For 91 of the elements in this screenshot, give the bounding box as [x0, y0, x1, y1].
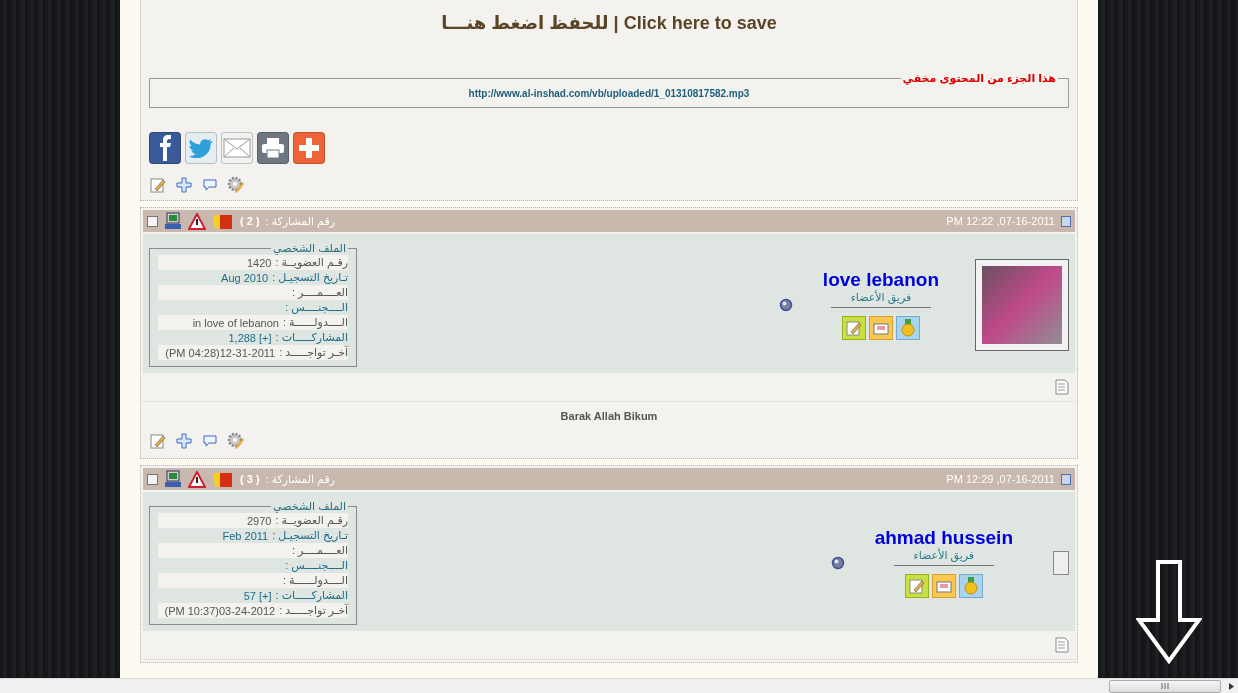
envelope-icon [872, 321, 889, 335]
profile-value: 1,288 [+] [228, 331, 272, 344]
warning-icon [188, 470, 206, 488]
profile-value: Feb 2011 [222, 529, 269, 542]
profile-label: العــــمــــر : [291, 544, 348, 557]
profile-label: رقـم العضويــة : [275, 256, 348, 269]
document-icon [1055, 637, 1069, 653]
plus-icon [176, 433, 192, 449]
printer-icon [261, 137, 285, 159]
profile-label: تـاريخ التسجيـل : [272, 271, 348, 284]
profile-title: الملف الشخصي [272, 242, 347, 255]
username-link[interactable]: love lebanon [822, 269, 939, 291]
profile-label: تـاريخ التسجيـل : [272, 529, 348, 542]
mp3-link[interactable]: http://www.al-inshad.com/vb/uploaded/1_01310817582.mp3 [468, 88, 750, 99]
post-date: PM 12:22 ,07-16-2011 [946, 215, 1055, 227]
profile-label: الــــدولــــــة : [282, 574, 348, 587]
document-icon [1061, 473, 1071, 485]
right-arrow-icon [1229, 682, 1234, 690]
add-button[interactable] [175, 176, 193, 194]
profile-value: (PM 04:28)12-31-2011 [165, 346, 276, 359]
medal-icon [963, 577, 978, 595]
profile-label: آخـر تواجـــــد : [279, 604, 348, 617]
profile-label: الــــجنــــس : [285, 301, 348, 314]
edit-button[interactable] [149, 432, 167, 450]
broken-image-icon [1053, 550, 1069, 575]
profile-label: الــــدولــــــة : [282, 316, 348, 329]
hidden-content-title: هذا الجزء من المحتوى مخفي [901, 72, 1057, 85]
computer-icon [164, 470, 182, 488]
profile-label: العــــمــــر : [291, 286, 348, 299]
profile-value: 57 [+] [243, 589, 272, 602]
profile-value: Aug 2010 [221, 271, 269, 284]
edit-icon [845, 320, 862, 336]
speech-bubble-icon [202, 433, 218, 449]
scrollbar-thumb[interactable] [1109, 679, 1221, 693]
edit-badge[interactable] [904, 574, 929, 598]
profile-label: رقـم العضويــة : [275, 514, 348, 527]
message-badge[interactable] [931, 574, 956, 598]
print-button[interactable] [257, 132, 289, 164]
plus-icon [299, 138, 319, 158]
bird-icon [189, 138, 213, 158]
facebook-button[interactable] [149, 132, 181, 164]
envelope-icon [935, 579, 952, 593]
edit-icon [150, 433, 166, 449]
plus-icon [176, 177, 192, 193]
gear-icon [227, 176, 245, 194]
edit-icon [150, 177, 166, 193]
cards-icon [212, 470, 234, 488]
document-icon [1055, 379, 1069, 395]
speech-bubble-icon [202, 177, 218, 193]
settings-button[interactable] [227, 176, 245, 194]
grip-icon [1161, 683, 1169, 689]
profile-value: 2970 [246, 514, 272, 527]
profile-value: 1420 [246, 256, 272, 269]
settings-button[interactable] [227, 432, 245, 450]
profile-label: آخـر تواجـــــد : [279, 346, 348, 359]
message-badge[interactable] [868, 316, 893, 340]
status-orb-icon [778, 297, 793, 312]
edit-button[interactable] [149, 176, 167, 194]
post-message: Barak Allah Bikum [559, 409, 659, 424]
status-orb-icon [830, 555, 845, 570]
more-share-button[interactable] [293, 132, 325, 164]
add-button[interactable] [175, 432, 193, 450]
medal-badge[interactable] [895, 316, 920, 340]
down-arrow-icon [1136, 560, 1202, 664]
post-date: PM 12:29 ,07-16-2011 [946, 473, 1055, 485]
medal-icon [900, 319, 915, 337]
profile-title: الملف الشخصي [272, 500, 347, 513]
user-rank: فريق الأعضاء [830, 291, 932, 308]
post-number-label: رقم المشاركة : [265, 472, 335, 486]
user-rank: فريق الأعضاء [893, 549, 995, 566]
edit-icon [908, 578, 925, 594]
cards-icon [212, 212, 234, 230]
computer-icon [164, 212, 182, 230]
username-link[interactable]: ahmad hussein [874, 527, 1013, 549]
post-number: ( 2 ) [240, 215, 260, 227]
post-number: ( 3 ) [240, 473, 260, 485]
save-link[interactable]: Click here to save | للحفظ اضغط هنـــا [149, 0, 1069, 46]
document-icon [1061, 215, 1071, 227]
gear-icon [227, 432, 245, 450]
warning-icon [188, 212, 206, 230]
edit-badge[interactable] [841, 316, 866, 340]
profile-value: in love of lebanon [192, 316, 279, 329]
checkbox[interactable] [147, 473, 158, 485]
profile-label: المشاركـــــات : [275, 331, 348, 344]
envelope-icon [223, 138, 251, 158]
checkbox[interactable] [147, 215, 158, 227]
profile-label: المشاركـــــات : [275, 589, 348, 602]
medal-badge[interactable] [958, 574, 983, 598]
profile-value: (PM 10:37)03-24-2012 [164, 604, 276, 617]
profile-label: الــــجنــــس : [285, 559, 348, 572]
post-number-label: رقم المشاركة : [265, 214, 335, 228]
